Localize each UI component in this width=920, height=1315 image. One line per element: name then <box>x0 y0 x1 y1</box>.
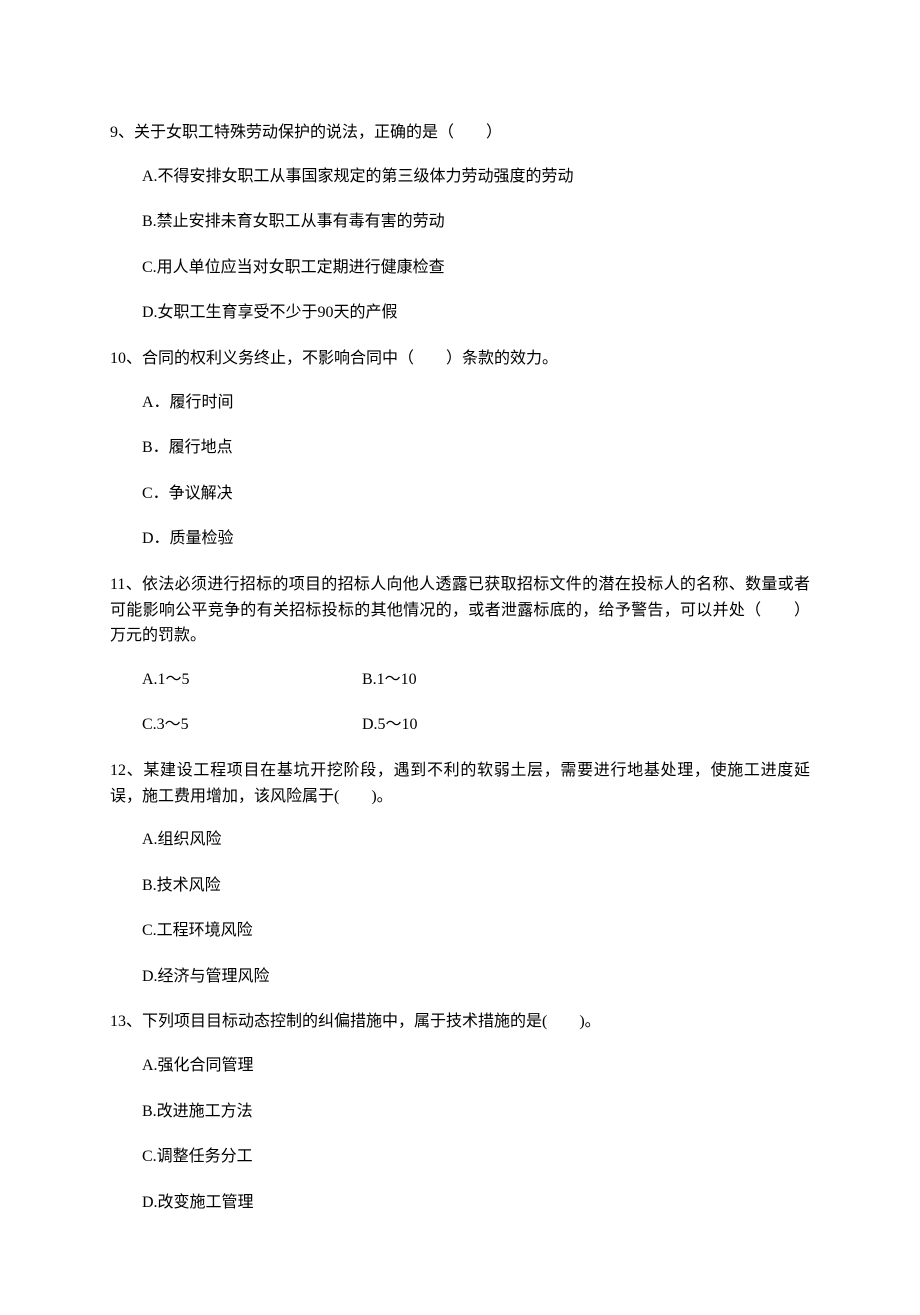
question-stem: 下列项目目标动态控制的纠偏措施中，属于技术措施的是( )。 <box>142 1013 601 1030</box>
question-stem: 关于女职工特殊劳动保护的说法，正确的是（ ） <box>134 124 502 141</box>
option-d: D.女职工生育享受不少于90天的产假 <box>110 300 810 326</box>
question-stem: 依法必须进行招标的项目的招标人向他人透露已获取招标文件的潜在投标人的名称、数量或… <box>110 576 810 644</box>
option-c: C.工程环境风险 <box>110 918 810 944</box>
option-c: C.调整任务分工 <box>110 1144 810 1170</box>
question-stem: 合同的权利义务终止，不影响合同中（ ）条款的效力。 <box>142 350 558 367</box>
question-number: 10、 <box>110 350 142 367</box>
question-stem: 某建设工程项目在基坑开挖阶段，遇到不利的软弱土层，需要进行地基处理，使施工进度延… <box>110 762 810 805</box>
option-b: B.改进施工方法 <box>110 1099 810 1125</box>
option-a: A.1～5 <box>142 667 362 693</box>
question-11: 11、依法必须进行招标的项目的招标人向他人透露已获取招标文件的潜在投标人的名称、… <box>110 572 810 738</box>
question-12: 12、某建设工程项目在基坑开挖阶段，遇到不利的软弱土层，需要进行地基处理，使施工… <box>110 758 810 990</box>
question-text: 10、合同的权利义务终止，不影响合同中（ ）条款的效力。 <box>110 346 810 372</box>
question-number: 11、 <box>110 576 142 593</box>
option-c: C.用人单位应当对女职工定期进行健康检查 <box>110 255 810 281</box>
option-d: D.经济与管理风险 <box>110 964 810 990</box>
option-a: A.组织风险 <box>110 827 810 853</box>
option-d: D．质量检验 <box>110 526 810 552</box>
option-c: C.3～5 <box>142 712 362 738</box>
option-row-2: C.3～5 D.5～10 <box>110 712 810 738</box>
option-b: B.技术风险 <box>110 873 810 899</box>
option-b: B.禁止安排未育女职工从事有毒有害的劳动 <box>110 209 810 235</box>
option-c: C．争议解决 <box>110 481 810 507</box>
option-a: A.强化合同管理 <box>110 1053 810 1079</box>
option-b: B．履行地点 <box>110 435 810 461</box>
question-number: 12、 <box>110 762 143 779</box>
question-text: 12、某建设工程项目在基坑开挖阶段，遇到不利的软弱土层，需要进行地基处理，使施工… <box>110 758 810 809</box>
option-d: D.改变施工管理 <box>110 1190 810 1216</box>
option-a: A．履行时间 <box>110 390 810 416</box>
question-9: 9、关于女职工特殊劳动保护的说法，正确的是（ ） A.不得安排女职工从事国家规定… <box>110 120 810 326</box>
question-text: 13、下列项目目标动态控制的纠偏措施中，属于技术措施的是( )。 <box>110 1009 810 1035</box>
option-b: B.1～10 <box>362 667 582 693</box>
option-row-1: A.1～5 B.1～10 <box>110 667 810 693</box>
question-number: 13、 <box>110 1013 142 1030</box>
option-d: D.5～10 <box>362 712 582 738</box>
question-10: 10、合同的权利义务终止，不影响合同中（ ）条款的效力。 A．履行时间 B．履行… <box>110 346 810 552</box>
question-13: 13、下列项目目标动态控制的纠偏措施中，属于技术措施的是( )。 A.强化合同管… <box>110 1009 810 1215</box>
question-text: 9、关于女职工特殊劳动保护的说法，正确的是（ ） <box>110 120 810 146</box>
question-number: 9、 <box>110 124 134 141</box>
option-a: A.不得安排女职工从事国家规定的第三级体力劳动强度的劳动 <box>110 164 810 190</box>
question-text: 11、依法必须进行招标的项目的招标人向他人透露已获取招标文件的潜在投标人的名称、… <box>110 572 810 649</box>
